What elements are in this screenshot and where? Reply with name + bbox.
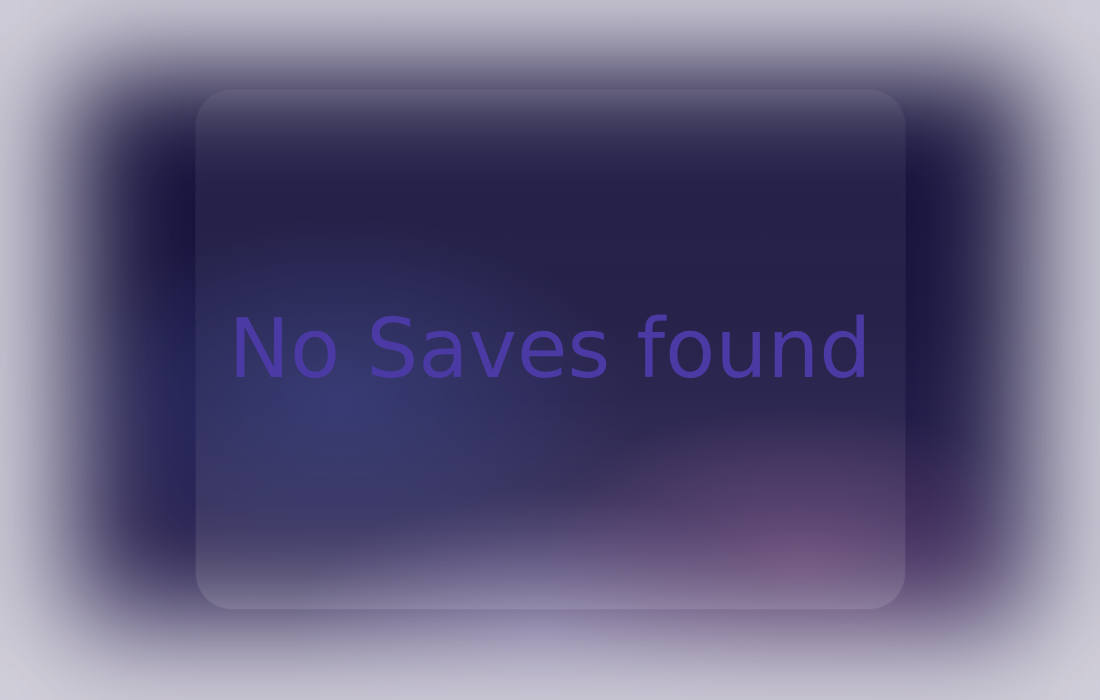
game-screen: No Saves found	[0, 0, 1100, 700]
no-saves-message: No Saves found	[228, 302, 872, 397]
